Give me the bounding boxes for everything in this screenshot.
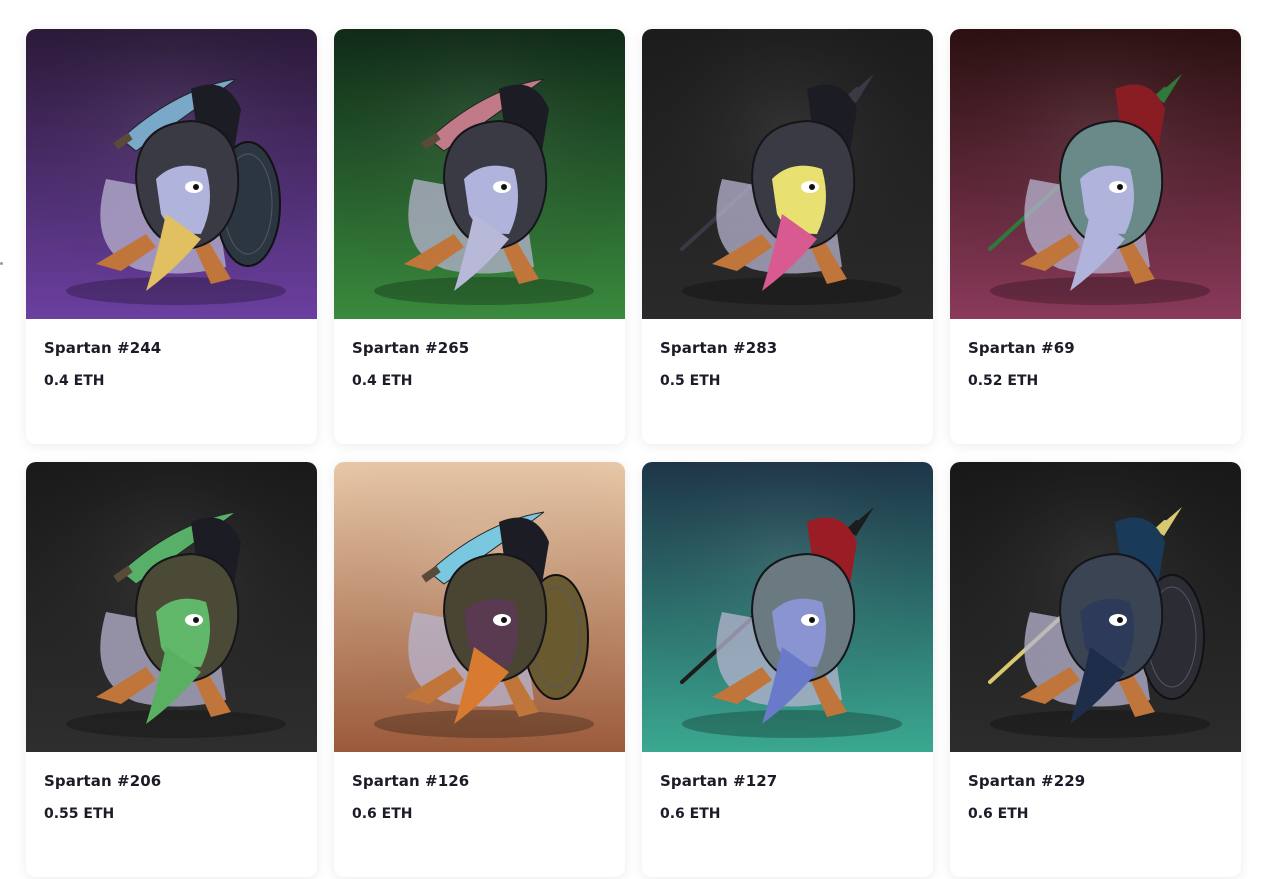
- nft-name[interactable]: Spartan #283: [660, 339, 915, 357]
- spartan-artwork: [642, 462, 933, 752]
- page-edge-mark: [0, 262, 3, 265]
- spartan-artwork: [642, 29, 933, 319]
- nft-image[interactable]: [334, 29, 625, 319]
- spartan-artwork: [26, 462, 317, 752]
- nft-name[interactable]: Spartan #69: [968, 339, 1223, 357]
- nft-image[interactable]: [950, 462, 1241, 752]
- nft-price: 0.4 ETH: [44, 373, 105, 389]
- nft-price: 0.5 ETH: [660, 373, 721, 389]
- spartan-artwork: [334, 29, 625, 319]
- nft-price: 0.6 ETH: [968, 806, 1029, 822]
- nft-name[interactable]: Spartan #127: [660, 772, 915, 790]
- nft-card[interactable]: Spartan #265 0.4 ETH: [334, 29, 625, 444]
- nft-image[interactable]: [642, 462, 933, 752]
- nft-card[interactable]: Spartan #283 0.5 ETH: [642, 29, 933, 444]
- nft-info: Spartan #206 0.55 ETH: [26, 752, 317, 823]
- nft-card[interactable]: Spartan #127 0.6 ETH: [642, 462, 933, 877]
- nft-image[interactable]: [26, 462, 317, 752]
- nft-image[interactable]: [950, 29, 1241, 319]
- nft-price: 0.55 ETH: [44, 806, 115, 822]
- nft-price: 0.4 ETH: [352, 373, 413, 389]
- nft-info: Spartan #244 0.4 ETH: [26, 319, 317, 390]
- nft-image[interactable]: [26, 29, 317, 319]
- spartan-artwork: [950, 462, 1241, 752]
- nft-card[interactable]: Spartan #126 0.6 ETH: [334, 462, 625, 877]
- nft-card[interactable]: Spartan #244 0.4 ETH: [26, 29, 317, 444]
- nft-name[interactable]: Spartan #126: [352, 772, 607, 790]
- nft-info: Spartan #283 0.5 ETH: [642, 319, 933, 390]
- nft-grid: Spartan #244 0.4 ETH Spartan #265 0.4 ETH Sp…: [26, 29, 1241, 877]
- nft-image[interactable]: [334, 462, 625, 752]
- nft-info: Spartan #127 0.6 ETH: [642, 752, 933, 823]
- nft-card[interactable]: Spartan #206 0.55 ETH: [26, 462, 317, 877]
- spartan-artwork: [950, 29, 1241, 319]
- nft-info: Spartan #265 0.4 ETH: [334, 319, 625, 390]
- nft-info: Spartan #69 0.52 ETH: [950, 319, 1241, 390]
- nft-image[interactable]: [642, 29, 933, 319]
- nft-card[interactable]: Spartan #229 0.6 ETH: [950, 462, 1241, 877]
- nft-info: Spartan #229 0.6 ETH: [950, 752, 1241, 823]
- nft-name[interactable]: Spartan #265: [352, 339, 607, 357]
- nft-price: 0.6 ETH: [660, 806, 721, 822]
- nft-price: 0.6 ETH: [352, 806, 413, 822]
- nft-name[interactable]: Spartan #229: [968, 772, 1223, 790]
- spartan-artwork: [26, 29, 317, 319]
- spartan-artwork: [334, 462, 625, 752]
- nft-card[interactable]: Spartan #69 0.52 ETH: [950, 29, 1241, 444]
- nft-price: 0.52 ETH: [968, 373, 1039, 389]
- nft-name[interactable]: Spartan #206: [44, 772, 299, 790]
- nft-name[interactable]: Spartan #244: [44, 339, 299, 357]
- nft-info: Spartan #126 0.6 ETH: [334, 752, 625, 823]
